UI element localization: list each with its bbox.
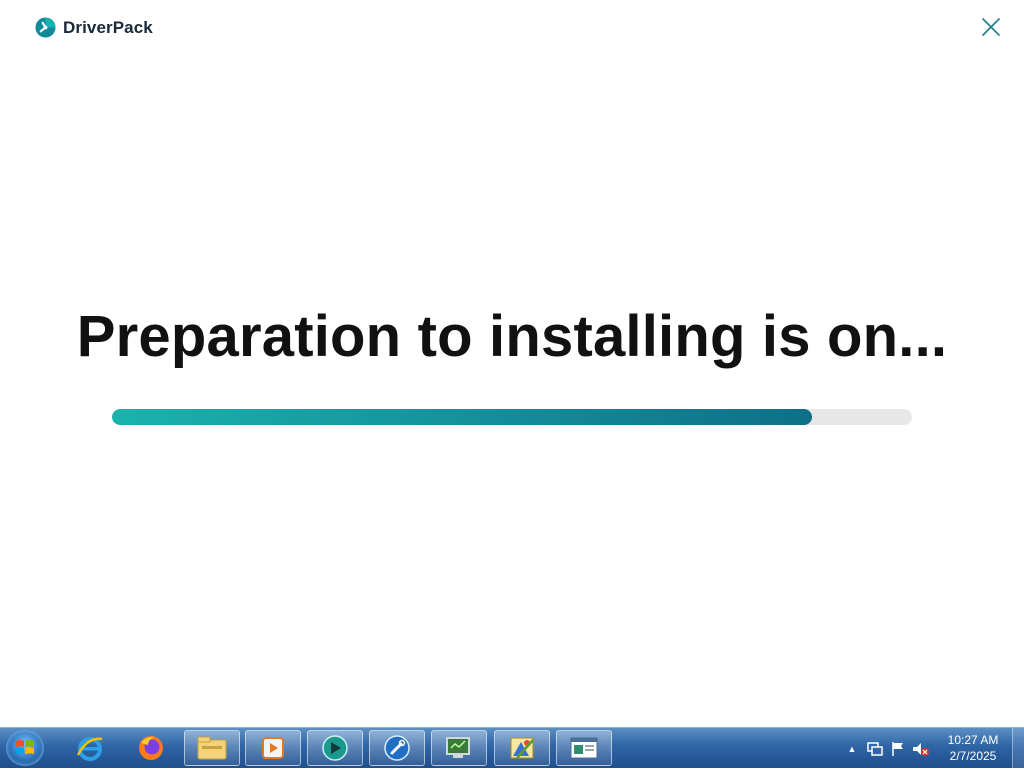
driverpack-logo-icon xyxy=(35,17,56,38)
internet-explorer-icon xyxy=(76,737,103,761)
taskbar-item-file-explorer[interactable] xyxy=(184,730,240,766)
system-tray: ▲ xyxy=(845,728,931,769)
windows-start-icon xyxy=(16,740,34,754)
device-manager-icon xyxy=(446,737,470,758)
taskbar-item-device-manager[interactable] xyxy=(431,730,487,766)
tools-icon xyxy=(384,735,410,761)
taskbar-item-driverpack[interactable] xyxy=(307,730,363,766)
taskbar-item-paint[interactable] xyxy=(494,730,550,766)
taskbar-item-tools[interactable] xyxy=(369,730,425,766)
close-icon xyxy=(982,18,1000,36)
show-desktop-button[interactable] xyxy=(1012,728,1024,769)
taskbar-item-firefox[interactable] xyxy=(123,730,179,766)
taskbar-item-document-window[interactable] xyxy=(556,730,612,766)
media-player-icon xyxy=(262,737,284,759)
taskbar-item-internet-explorer[interactable] xyxy=(62,730,118,766)
clock-date: 2/7/2025 xyxy=(949,749,997,763)
document-window-icon xyxy=(570,737,598,759)
show-hidden-icons-icon[interactable]: ▲ xyxy=(845,744,859,754)
network-icon[interactable] xyxy=(865,740,885,758)
action-center-flag-icon[interactable] xyxy=(889,740,907,758)
taskbar: ▲ 10:27 AM 2/7/2025 xyxy=(0,727,1024,769)
driverpack-icon xyxy=(322,735,348,761)
paint-icon xyxy=(510,737,534,759)
clock-time: 10:27 AM xyxy=(947,733,999,747)
file-explorer-icon xyxy=(197,736,227,760)
close-button[interactable] xyxy=(979,15,1003,39)
volume-muted-icon[interactable] xyxy=(911,740,931,758)
taskbar-item-media-player[interactable] xyxy=(245,730,301,766)
start-button[interactable] xyxy=(6,730,44,766)
driverpack-logo: DriverPack xyxy=(35,17,153,38)
status-headline: Preparation to installing is on... xyxy=(76,304,948,369)
driverpack-window: DriverPack Preparation to installing is … xyxy=(0,0,1024,727)
progress-bar xyxy=(112,409,912,425)
brand-name: DriverPack xyxy=(63,17,153,37)
progress-bar-fill xyxy=(112,409,812,425)
taskbar-clock[interactable]: 10:27 AM 2/7/2025 xyxy=(938,732,1008,764)
firefox-icon xyxy=(139,736,163,760)
